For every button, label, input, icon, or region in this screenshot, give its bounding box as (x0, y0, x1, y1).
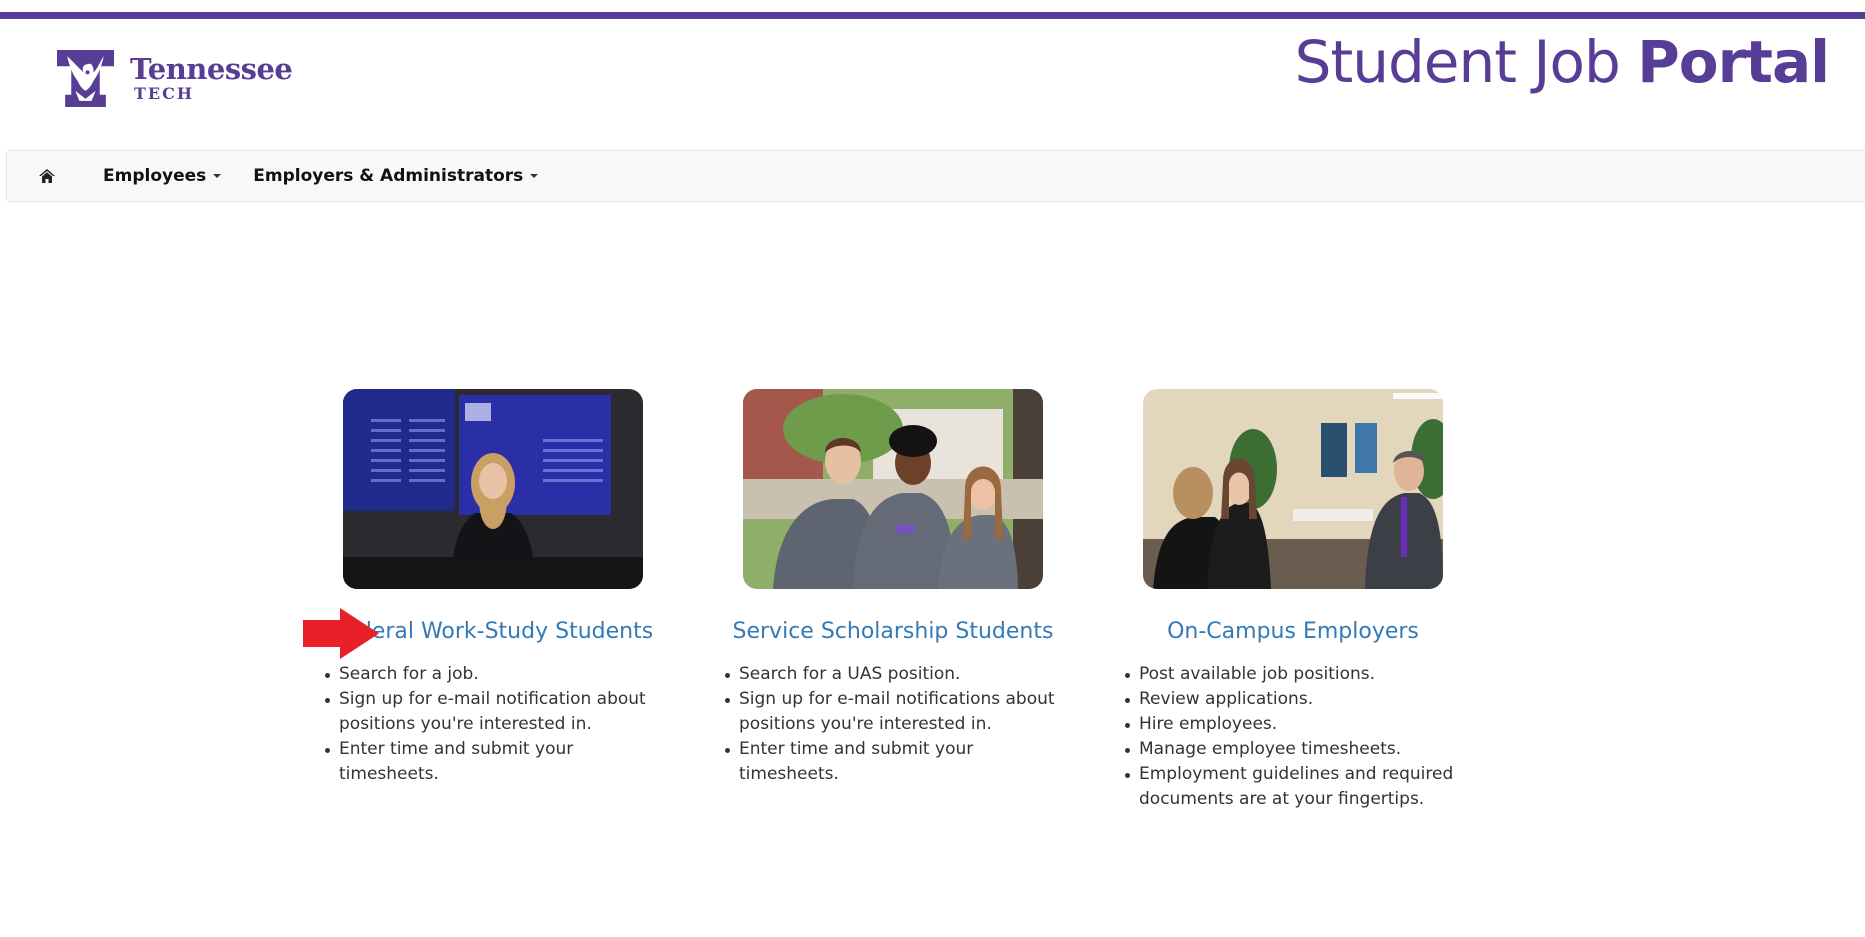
nav-employees-dropdown[interactable]: Employees (87, 151, 237, 201)
link-service-scholarship[interactable]: Service Scholarship Students (733, 619, 1054, 644)
photo-employer-meeting (1143, 389, 1443, 589)
home-icon (39, 169, 55, 183)
link-federal-work-study[interactable]: Federal Work-Study Students (333, 619, 653, 644)
logo-wordmark: Tennessee TECH (130, 52, 293, 103)
title-regular: Student Job (1294, 28, 1638, 96)
page-title: Student Job Portal (1294, 28, 1830, 96)
top-brand-bar (0, 12, 1865, 19)
list-item: Post available job positions. (1123, 662, 1463, 687)
logo-line1: Tennessee (130, 52, 293, 86)
feature-list: Search for a UAS position. Sign up for e… (723, 662, 1063, 787)
tech-eagle-logo-icon (57, 50, 114, 107)
logo-line2: TECH (134, 84, 194, 103)
card-federal-work-study: Federal Work-Study Students Search for a… (293, 389, 693, 812)
portal-cards: Federal Work-Study Students Search for a… (293, 389, 1593, 812)
photo-three-students (743, 389, 1043, 589)
list-item: Search for a UAS position. (723, 662, 1063, 687)
card-service-scholarship: Service Scholarship Students Search for … (693, 389, 1093, 812)
list-item: Hire employees. (1123, 712, 1463, 737)
nav-employees-label: Employees (103, 166, 207, 186)
card-on-campus-employers: On-Campus Employers Post available job p… (1093, 389, 1493, 812)
nav-employers-admins-dropdown[interactable]: Employers & Administrators (237, 151, 554, 201)
card-image-federal-work-study[interactable] (343, 389, 643, 589)
tennessee-tech-logo[interactable]: Tennessee TECH (57, 50, 293, 107)
title-bold: Portal (1637, 28, 1830, 96)
feature-list: Post available job positions. Review app… (1123, 662, 1463, 812)
list-item: Sign up for e-mail notification about po… (323, 687, 663, 737)
list-item: Enter time and submit your timesheets. (323, 737, 663, 787)
list-item: Employment guidelines and required docum… (1123, 762, 1463, 812)
feature-list: Search for a job. Sign up for e-mail not… (323, 662, 663, 787)
red-arrow-annotation-icon (303, 608, 379, 659)
nav-employers-admins-label: Employers & Administrators (253, 166, 524, 186)
list-item: Sign up for e-mail notifications about p… (723, 687, 1063, 737)
list-item: Search for a job. (323, 662, 663, 687)
card-image-on-campus-employers[interactable] (1143, 389, 1443, 589)
photo-student-trading-room (343, 389, 643, 589)
list-item: Enter time and submit your timesheets. (723, 737, 1063, 787)
list-item: Manage employee timesheets. (1123, 737, 1463, 762)
caret-down-icon (530, 174, 539, 178)
caret-down-icon (213, 174, 222, 178)
card-image-service-scholarship[interactable] (743, 389, 1043, 589)
nav-home-button[interactable] (7, 151, 87, 201)
main-navbar: Employees Employers & Administrators (6, 150, 1865, 202)
link-on-campus-employers[interactable]: On-Campus Employers (1167, 619, 1419, 644)
list-item: Review applications. (1123, 687, 1463, 712)
